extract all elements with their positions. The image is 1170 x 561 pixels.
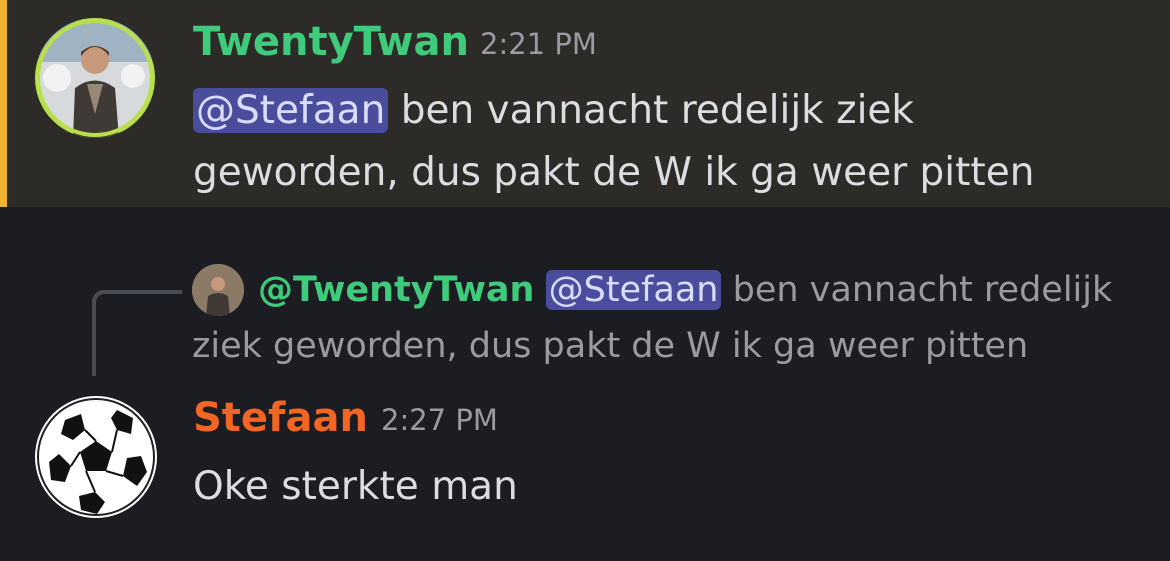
soccer-ball-icon [37, 398, 155, 516]
reply-author[interactable]: @TwentyTwan [258, 270, 534, 310]
stefaan-avatar[interactable] [35, 396, 157, 518]
message-content: @Stefaan ben vannacht redelijk ziek gewo… [193, 80, 1113, 204]
message-author[interactable]: Stefaan [193, 398, 368, 438]
twentytwan-avatar[interactable] [35, 18, 155, 138]
mention-highlight-bar [0, 0, 7, 207]
reply-preview[interactable]: @TwentyTwan @Stefaan ben vannacht redeli… [192, 262, 1137, 374]
message-timestamp: 2:27 PM [381, 403, 498, 437]
message-content: Oke sterkte man [193, 464, 518, 509]
message-highlighted[interactable]: TwentyTwan 2:21 PM @Stefaan ben vannacht… [0, 0, 1170, 207]
message-author[interactable]: TwentyTwan [193, 22, 469, 62]
user-mention[interactable]: @Stefaan [193, 88, 389, 133]
user-mention[interactable]: @Stefaan [545, 270, 722, 310]
reply-connector-line [92, 290, 182, 376]
message-timestamp: 2:21 PM [480, 27, 597, 61]
user-photo-icon [36, 19, 154, 138]
